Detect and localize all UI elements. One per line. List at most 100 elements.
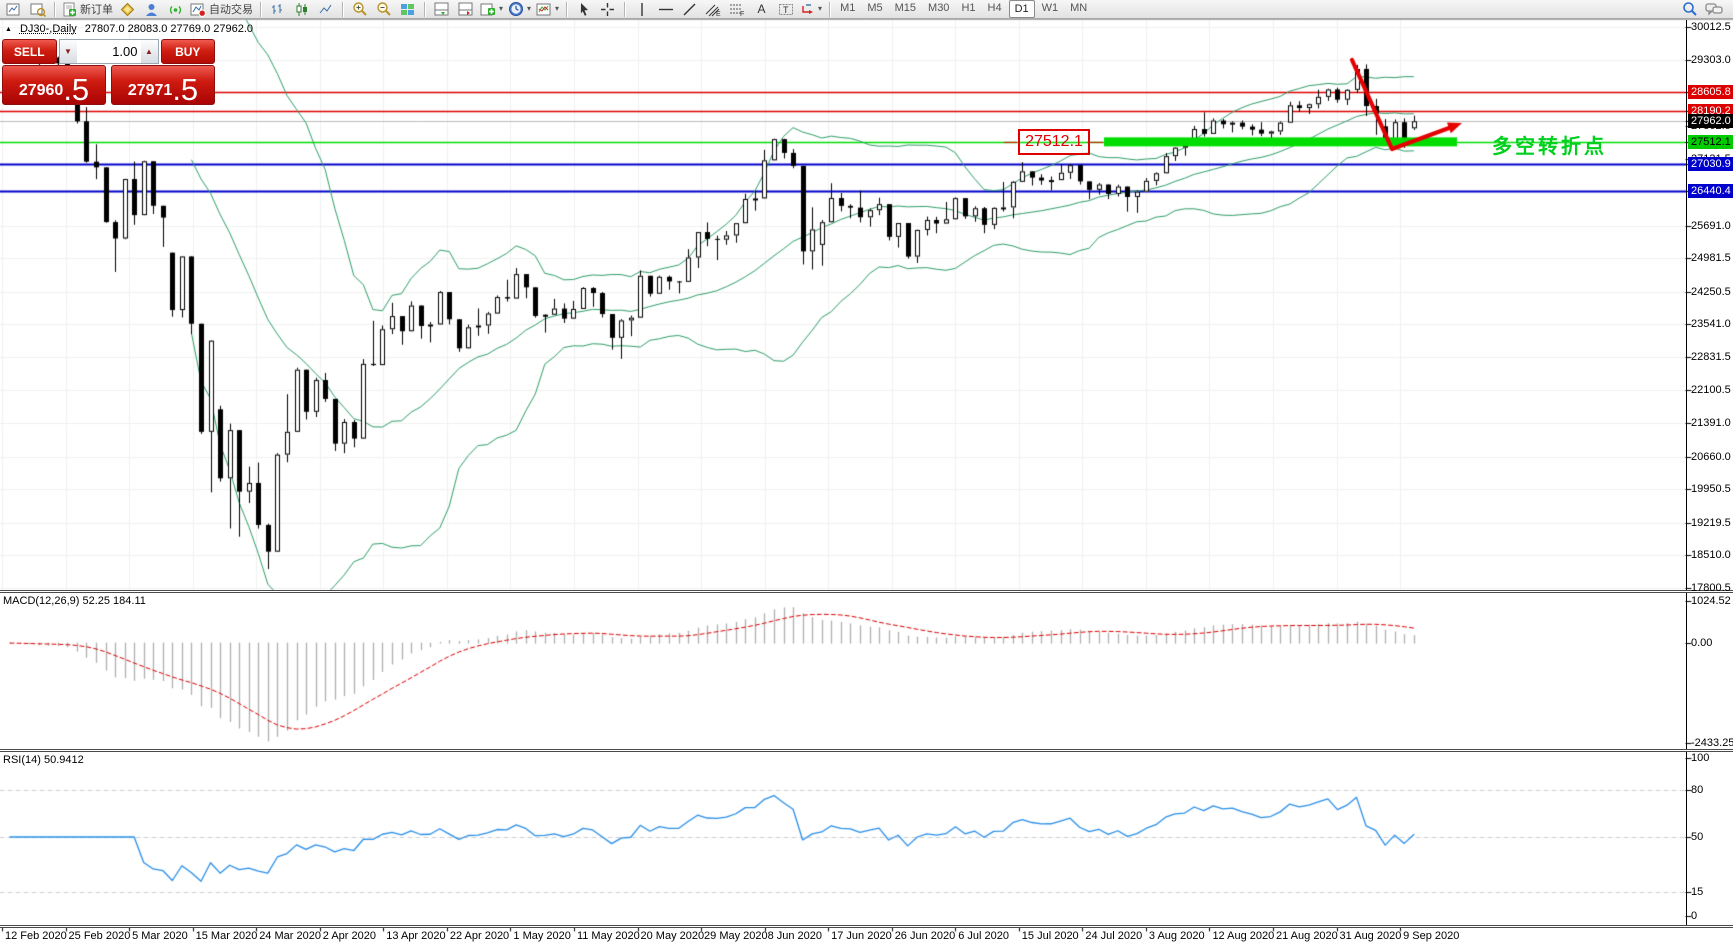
rsi-indicator-label: RSI(14) 50.9412 <box>3 754 84 766</box>
sell-price-main: 27960 <box>18 82 64 99</box>
timeframe-h1[interactable]: H1 <box>956 0 980 16</box>
price-level-badge: 27962.0 <box>1688 114 1733 129</box>
price-tick-label: 21391.0 <box>1691 417 1731 430</box>
trendline-tool-icon[interactable] <box>678 1 701 18</box>
rsi-tick-label: 15 <box>1691 886 1704 899</box>
buy-price-pip: .5 <box>172 71 199 107</box>
date-label: 31 Aug 2020 <box>1339 930 1402 942</box>
chevron-down-icon: ▾ <box>527 4 532 13</box>
pane-divider[interactable] <box>0 590 1733 593</box>
crosshair-tool-icon[interactable] <box>596 1 619 18</box>
price-level-badge: 27512.1 <box>1688 134 1733 149</box>
rsi-tick-label: 100 <box>1691 752 1710 764</box>
price-tick-label: 17800.5 <box>1691 581 1731 594</box>
add-indicator-button[interactable]: ▾ <box>478 1 505 18</box>
new-order-button[interactable]: 新订单 <box>60 1 115 18</box>
price-tick-label: 18510.0 <box>1691 549 1731 562</box>
equidistant-channel-tool-icon[interactable]: E <box>702 1 725 18</box>
candle-chart-mode-icon[interactable] <box>290 1 313 18</box>
date-label: 9 Sep 2020 <box>1403 930 1460 942</box>
timeframe-mn[interactable]: MN <box>1065 0 1092 16</box>
toolbar-separator <box>54 1 55 17</box>
timeframe-m15[interactable]: M15 <box>890 0 921 16</box>
price-level-badge: 28605.8 <box>1688 84 1733 99</box>
price-axis-line <box>1686 20 1687 927</box>
toolbar-separator <box>260 1 261 17</box>
pane-divider[interactable] <box>0 749 1733 752</box>
metaeditor-icon[interactable] <box>116 1 139 18</box>
date-label: 12 Aug 2020 <box>1212 930 1275 942</box>
date-label: 15 Jul 2020 <box>1021 930 1079 942</box>
autotrading-button[interactable]: 自动交易 <box>188 1 255 18</box>
arrows-tool-button[interactable]: ▾ <box>798 1 824 18</box>
buy-price-box[interactable]: 27971.5 <box>111 65 215 105</box>
indicator-list-icon[interactable] <box>454 1 477 18</box>
profiles-icon[interactable] <box>26 1 49 18</box>
volume-decrease-button[interactable]: ▼ <box>59 40 77 63</box>
timeframe-h4[interactable]: H4 <box>983 0 1007 16</box>
date-label: 1 May 2020 <box>513 930 571 942</box>
timeframe-m30[interactable]: M30 <box>923 0 954 16</box>
volume-input[interactable] <box>76 40 141 63</box>
macd-tick-label: 1024.52 <box>1691 594 1731 607</box>
zoom-out-icon[interactable] <box>372 1 395 18</box>
date-label: 17 Jun 2020 <box>831 930 892 942</box>
sell-price-box[interactable]: 27960.5 <box>2 65 106 105</box>
toolbar-separator <box>342 1 343 17</box>
date-label: 15 Mar 2020 <box>195 930 258 942</box>
one-click-trade-panel: SELL ▼ ▲ BUY 27960.5 27971.5 <box>2 39 215 105</box>
symbol-marker-icon: ▲ <box>5 25 12 33</box>
svg-text:E: E <box>716 11 721 17</box>
price-chart-canvas[interactable] <box>0 0 1733 947</box>
templates-button[interactable]: ▾ <box>534 1 561 18</box>
chat-icon[interactable] <box>1702 1 1725 18</box>
vertical-line-tool-icon[interactable] <box>630 1 653 18</box>
price-tick-label: 30012.5 <box>1691 21 1731 33</box>
price-tick-label: 23541.0 <box>1691 318 1731 331</box>
rsi-tick-label: 0 <box>1691 910 1698 923</box>
tile-windows-icon[interactable] <box>396 1 419 18</box>
date-label: 3 Aug 2020 <box>1148 930 1205 942</box>
text-label-tool-icon[interactable]: T <box>774 1 797 18</box>
buy-button[interactable]: BUY <box>160 39 215 64</box>
timeframe-w1[interactable]: W1 <box>1037 0 1064 16</box>
text-tool-icon[interactable]: A <box>750 1 773 18</box>
macd-tick-label: 0.00 <box>1691 637 1713 650</box>
cursor-tool-icon[interactable] <box>572 1 595 18</box>
signals-icon[interactable] <box>164 1 187 18</box>
search-icon[interactable] <box>1678 1 1701 18</box>
volume-stepper: ▼ ▲ <box>58 39 159 64</box>
date-label: 24 Jul 2020 <box>1085 930 1143 942</box>
time-axis-divider <box>0 925 1733 928</box>
price-tick-label: 20660.0 <box>1691 450 1731 463</box>
price-tick-label: 25691.0 <box>1691 219 1731 232</box>
price-tick-label: 24981.5 <box>1691 252 1731 265</box>
period-clock-button[interactable]: ▾ <box>506 1 533 18</box>
volume-increase-button[interactable]: ▲ <box>140 40 158 63</box>
macd-indicator-label: MACD(12,26,9) 52.25 184.11 <box>3 595 146 607</box>
rsi-tick-label: 50 <box>1691 831 1704 844</box>
timeframe-m1[interactable]: M1 <box>835 0 860 16</box>
macd-tick-label: -2433.25 <box>1691 736 1733 749</box>
turning-point-note[interactable]: 多空转折点 <box>1492 130 1607 159</box>
new-chart-icon[interactable] <box>2 1 25 18</box>
horizontal-line-tool-icon[interactable] <box>654 1 677 18</box>
sell-button[interactable]: SELL <box>2 39 57 64</box>
date-label: 22 Apr 2020 <box>449 930 510 942</box>
buy-price-main: 27971 <box>127 82 173 99</box>
timeframe-switcher: M1 M5 M15 M30 H1 H4 D1 W1 MN <box>835 0 1092 18</box>
fibonacci-tool-icon[interactable]: F <box>726 1 749 18</box>
svg-text:F: F <box>740 11 744 17</box>
line-chart-mode-icon[interactable] <box>314 1 337 18</box>
timeframe-m5[interactable]: M5 <box>862 0 887 16</box>
support-level-annotation[interactable]: 27512.1 <box>1018 129 1090 155</box>
chevron-down-icon: ▾ <box>499 4 504 13</box>
mt-trading-app: 新订单 自动交易 ▾ ▾ ▾ E F A T ▾ M1 M5 M15 M30 H… <box>0 0 1733 947</box>
price-tick-label: 22100.5 <box>1691 384 1731 397</box>
community-icon[interactable] <box>140 1 163 18</box>
price-tick-label: 29303.0 <box>1691 53 1731 66</box>
bar-chart-mode-icon[interactable] <box>266 1 289 18</box>
indicator-window-icon[interactable] <box>430 1 453 18</box>
zoom-in-icon[interactable] <box>348 1 371 18</box>
timeframe-d1[interactable]: D1 <box>1008 0 1035 18</box>
